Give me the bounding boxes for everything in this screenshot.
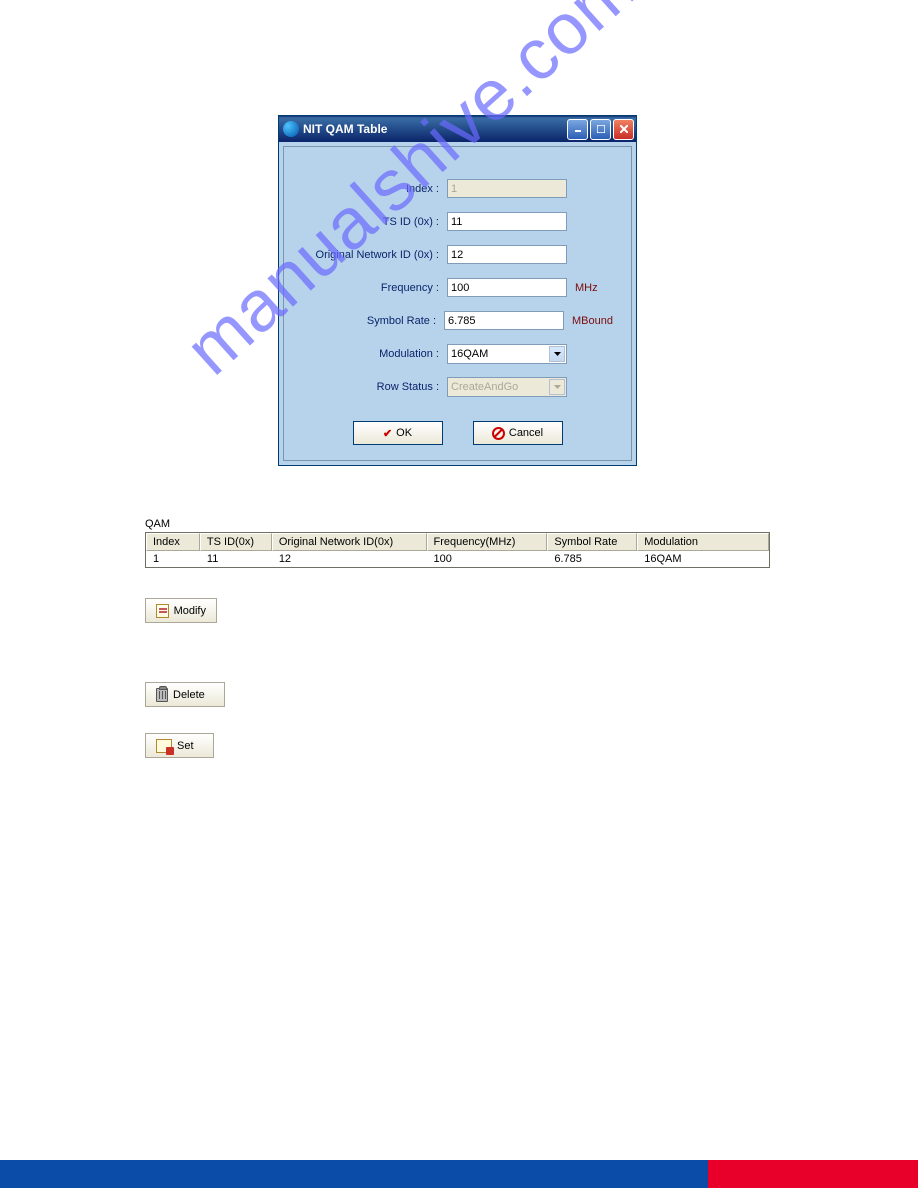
header-onid[interactable]: Original Network ID(0x) bbox=[272, 533, 427, 551]
trash-icon bbox=[156, 688, 168, 702]
onid-label: Original Network ID (0x) : bbox=[302, 249, 447, 261]
onid-field[interactable] bbox=[447, 245, 567, 264]
set-icon bbox=[156, 739, 172, 753]
dialog-title: NIT QAM Table bbox=[303, 122, 567, 136]
chevron-down-icon bbox=[549, 379, 565, 395]
rowstatus-value: CreateAndGo bbox=[451, 381, 518, 393]
cancel-label: Cancel bbox=[509, 427, 543, 439]
frequency-field[interactable] bbox=[447, 278, 567, 297]
cell-modulation: 16QAM bbox=[637, 551, 769, 567]
set-label: Set bbox=[177, 740, 194, 752]
cell-onid: 12 bbox=[272, 551, 427, 567]
modify-button[interactable]: Modify bbox=[145, 598, 217, 623]
ok-label: OK bbox=[396, 427, 412, 439]
app-icon bbox=[283, 121, 299, 137]
header-tsid[interactable]: TS ID(0x) bbox=[200, 533, 272, 551]
cell-tsid: 11 bbox=[200, 551, 272, 567]
tsid-field[interactable] bbox=[447, 212, 567, 231]
cell-frequency: 100 bbox=[427, 551, 548, 567]
qam-group-label: QAM bbox=[145, 518, 770, 530]
footer-blue bbox=[0, 1160, 708, 1188]
maximize-button[interactable] bbox=[590, 119, 611, 140]
frequency-unit: MHz bbox=[575, 282, 598, 294]
tsid-label: TS ID (0x) : bbox=[302, 216, 447, 228]
minimize-button[interactable] bbox=[567, 119, 588, 140]
header-modulation[interactable]: Modulation bbox=[637, 533, 769, 551]
nit-qam-dialog: NIT QAM Table Index : TS ID (0x) : Origi… bbox=[278, 115, 637, 466]
ok-button[interactable]: ✔ OK bbox=[353, 421, 443, 445]
frequency-label: Frequency : bbox=[302, 282, 447, 294]
header-frequency[interactable]: Frequency(MHz) bbox=[427, 533, 548, 551]
delete-label: Delete bbox=[173, 689, 205, 701]
footer-red bbox=[708, 1160, 918, 1188]
index-label: Index : bbox=[302, 183, 447, 195]
cancel-icon bbox=[492, 427, 505, 440]
modify-label: Modify bbox=[174, 605, 206, 617]
chevron-down-icon bbox=[549, 346, 565, 362]
titlebar[interactable]: NIT QAM Table bbox=[279, 116, 636, 142]
header-index[interactable]: Index bbox=[146, 533, 200, 551]
set-button[interactable]: Set bbox=[145, 733, 214, 758]
symbolrate-field[interactable] bbox=[444, 311, 564, 330]
header-symbolrate[interactable]: Symbol Rate bbox=[547, 533, 637, 551]
cancel-button[interactable]: Cancel bbox=[473, 421, 563, 445]
close-button[interactable] bbox=[613, 119, 634, 140]
page-footer bbox=[0, 1160, 918, 1188]
modify-icon bbox=[156, 604, 169, 618]
symbolrate-label: Symbol Rate : bbox=[302, 315, 444, 327]
cell-index: 1 bbox=[146, 551, 200, 567]
qam-table-group: QAM Index TS ID(0x) Original Network ID(… bbox=[145, 518, 770, 568]
table-row[interactable]: 1 11 12 100 6.785 16QAM bbox=[146, 551, 769, 567]
delete-button[interactable]: Delete bbox=[145, 682, 225, 707]
rowstatus-select: CreateAndGo bbox=[447, 377, 567, 397]
index-field bbox=[447, 179, 567, 198]
cell-symbolrate: 6.785 bbox=[547, 551, 637, 567]
modulation-value: 16QAM bbox=[451, 348, 488, 360]
table-header-row: Index TS ID(0x) Original Network ID(0x) … bbox=[146, 533, 769, 551]
modulation-select[interactable]: 16QAM bbox=[447, 344, 567, 364]
rowstatus-label: Row Status : bbox=[302, 381, 447, 393]
symbolrate-unit: MBound bbox=[572, 315, 613, 327]
check-icon: ✔ bbox=[383, 427, 392, 440]
modulation-label: Modulation : bbox=[302, 348, 447, 360]
